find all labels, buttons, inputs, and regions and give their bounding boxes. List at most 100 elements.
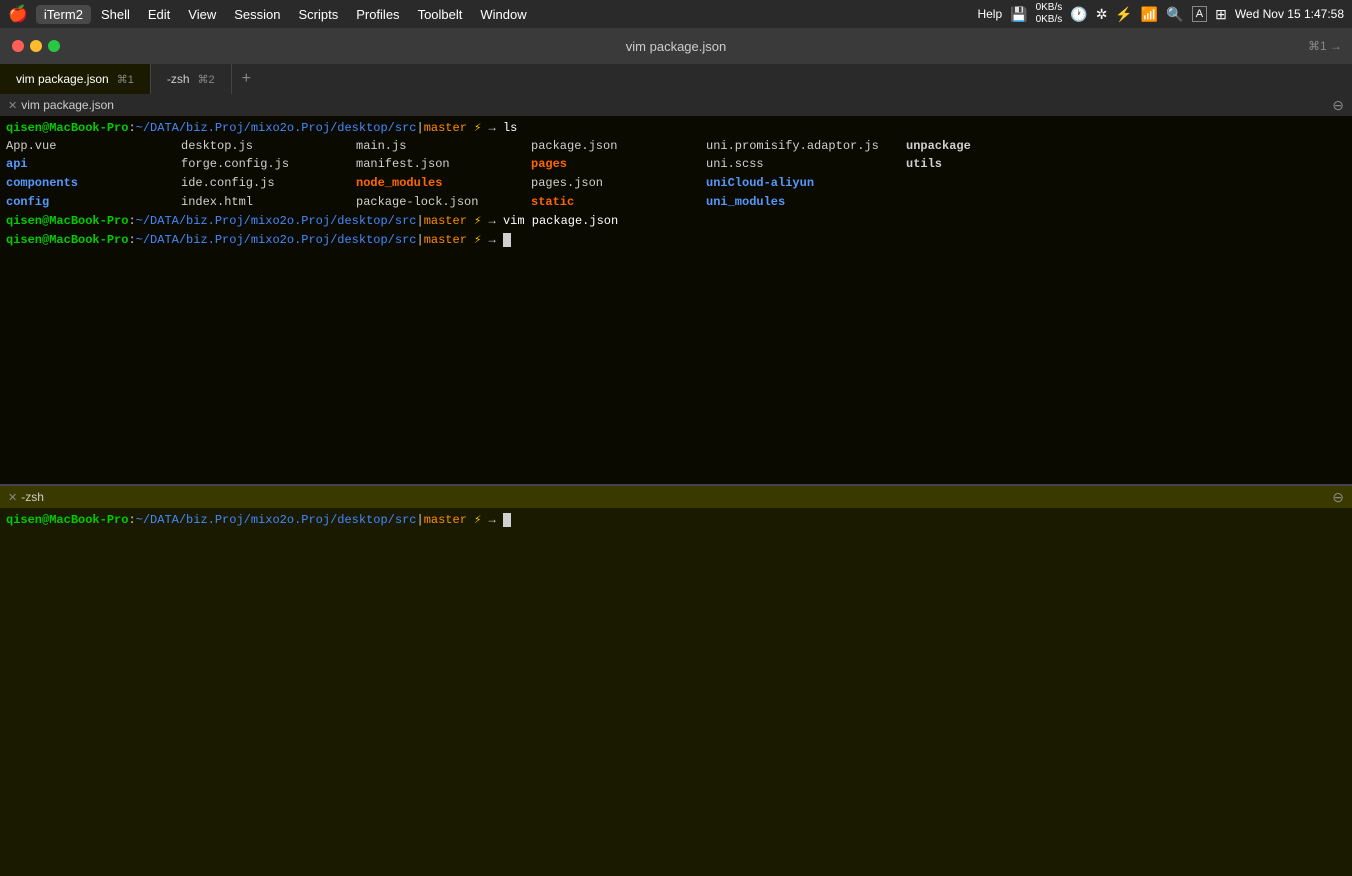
- pane-bottom-title: -zsh: [21, 490, 44, 504]
- ls-col-6: unpackage utils: [906, 137, 1006, 211]
- ls-item: config: [6, 193, 181, 212]
- ls-item: package.json: [531, 137, 706, 156]
- tab-shortcut: ⌘1: [117, 73, 134, 86]
- menubar-keyboard-icon: A: [1192, 6, 1207, 22]
- tab-label: vim package.json: [16, 72, 109, 86]
- terminal-cursor: [503, 233, 511, 247]
- tab-bar-right: [1342, 64, 1352, 94]
- ls-item: main.js: [356, 137, 531, 156]
- pane-collapse-icon[interactable]: ⊖: [1332, 97, 1344, 114]
- prompt-user: qisen: [6, 214, 42, 228]
- menubar-network: 0KB/s 0KB/s: [1036, 2, 1063, 26]
- ls-item: node_modules: [356, 174, 531, 193]
- ls-output: App.vue api components config desktop.js…: [6, 137, 1346, 211]
- prompt-branch: master: [424, 513, 467, 527]
- prompt-path: ~/DATA/biz.Proj/mixo2o.Proj/desktop/src: [136, 214, 417, 228]
- menubar-view[interactable]: View: [180, 5, 224, 24]
- prompt-user: qisen: [6, 513, 42, 527]
- prompt-branch: master: [424, 214, 467, 228]
- window-title: vim package.json: [626, 39, 726, 54]
- menubar-bluetooth-icon: ✲: [1096, 6, 1108, 23]
- ls-item: uni.promisify.adaptor.js: [706, 137, 906, 156]
- tab-zsh[interactable]: -zsh ⌘2: [151, 64, 232, 94]
- prompt-path: ~/DATA/biz.Proj/mixo2o.Proj/desktop/src: [136, 513, 417, 527]
- menubar-scripts[interactable]: Scripts: [290, 5, 346, 24]
- pane-bottom-terminal[interactable]: qisen@MacBook-Pro:~/DATA/biz.Proj/mixo2o…: [0, 508, 1352, 876]
- ls-item: utils: [906, 155, 1006, 174]
- prompt-user: qisen: [6, 233, 42, 247]
- add-tab-button[interactable]: +: [232, 64, 261, 94]
- ls-item: package-lock.json: [356, 193, 531, 212]
- pane-bottom-header: ✕ -zsh ⊖: [0, 486, 1352, 508]
- pane-top-terminal[interactable]: qisen@MacBook-Pro:~/DATA/biz.Proj/mixo2o…: [0, 116, 1352, 484]
- menubar-hdd-icon: 💾: [1010, 6, 1027, 23]
- prompt-host: MacBook-Pro: [49, 513, 128, 527]
- menubar-help[interactable]: Help: [977, 7, 1002, 21]
- ls-col-4: package.json pages pages.json static: [531, 137, 706, 211]
- menubar-controlcenter-icon[interactable]: ⊞: [1215, 6, 1227, 23]
- menubar-toolbelt[interactable]: Toolbelt: [410, 5, 471, 24]
- pane-close-icon[interactable]: ✕: [8, 99, 17, 112]
- terminal-line-bottom-prompt: qisen@MacBook-Pro:~/DATA/biz.Proj/mixo2o…: [6, 512, 1346, 529]
- maximize-button[interactable]: [48, 40, 60, 52]
- cmd-ls: ls: [503, 121, 517, 135]
- pane-bottom: ✕ -zsh ⊖ qisen@MacBook-Pro:~/DATA/biz.Pr…: [0, 486, 1352, 876]
- terminal-line-cursor-prompt: qisen@MacBook-Pro:~/DATA/biz.Proj/mixo2o…: [6, 232, 1346, 249]
- ls-item: pages: [531, 155, 706, 174]
- ls-item: pages.json: [531, 174, 706, 193]
- pane-top-title: vim package.json: [21, 98, 114, 112]
- menubar-profiles[interactable]: Profiles: [348, 5, 407, 24]
- ls-item: uniCloud-aliyun: [706, 174, 906, 193]
- title-bar: vim package.json ⌘1 →: [0, 28, 1352, 64]
- menubar-edit[interactable]: Edit: [140, 5, 178, 24]
- ls-item: unpackage: [906, 137, 1006, 156]
- close-button[interactable]: [12, 40, 24, 52]
- prompt-branch: master: [424, 121, 467, 135]
- menubar-shell[interactable]: Shell: [93, 5, 138, 24]
- traffic-lights: [0, 40, 60, 52]
- tab-label: -zsh: [167, 72, 190, 86]
- cmd-vim: vim package.json: [503, 214, 618, 228]
- iterm-window: vim package.json ⌘1 → vim package.json ⌘…: [0, 28, 1352, 876]
- menubar: 🍎 iTerm2 Shell Edit View Session Scripts…: [0, 0, 1352, 28]
- prompt-host: MacBook-Pro: [49, 233, 128, 247]
- ls-col-2: desktop.js forge.config.js ide.config.js…: [181, 137, 356, 211]
- terminal-line-ls-prompt: qisen@MacBook-Pro:~/DATA/biz.Proj/mixo2o…: [6, 120, 1346, 137]
- prompt-user: qisen: [6, 121, 42, 135]
- ls-item: static: [531, 193, 706, 212]
- menubar-iterm2[interactable]: iTerm2: [36, 5, 91, 24]
- prompt-host: MacBook-Pro: [49, 121, 128, 135]
- prompt-host: MacBook-Pro: [49, 214, 128, 228]
- menubar-right-items: Help 💾 0KB/s 0KB/s 🕐 ✲ ⚡ 📶 🔍 A ⊞ Wed Nov…: [977, 2, 1344, 26]
- terminal-cursor: [503, 513, 511, 527]
- terminal-line-vim-prompt: qisen@MacBook-Pro:~/DATA/biz.Proj/mixo2o…: [6, 213, 1346, 230]
- tab-vim-package[interactable]: vim package.json ⌘1: [0, 64, 151, 94]
- pane-close-icon[interactable]: ✕: [8, 491, 17, 504]
- pane-collapse-icon[interactable]: ⊖: [1332, 489, 1344, 506]
- menubar-datetime: Wed Nov 15 1:47:58: [1235, 7, 1344, 21]
- panes-container: ✕ vim package.json ⊖ qisen@MacBook-Pro:~…: [0, 94, 1352, 876]
- menubar-window[interactable]: Window: [472, 5, 534, 24]
- prompt-path: ~/DATA/biz.Proj/mixo2o.Proj/desktop/src: [136, 233, 417, 247]
- ls-col-1: App.vue api components config: [6, 137, 181, 211]
- ls-item: components: [6, 174, 181, 193]
- ls-col-3: main.js manifest.json node_modules packa…: [356, 137, 531, 211]
- pane-top: ✕ vim package.json ⊖ qisen@MacBook-Pro:~…: [0, 94, 1352, 486]
- ls-item: ide.config.js: [181, 174, 356, 193]
- ls-item: uni.scss: [706, 155, 906, 174]
- menubar-wifi-icon: 📶: [1141, 6, 1158, 23]
- ls-item: forge.config.js: [181, 155, 356, 174]
- menubar-search-icon[interactable]: 🔍: [1166, 6, 1183, 23]
- menubar-battery-icon: ⚡: [1115, 6, 1132, 23]
- menubar-timemachine-icon: 🕐: [1070, 6, 1087, 23]
- ls-item: uni_modules: [706, 193, 906, 212]
- minimize-button[interactable]: [30, 40, 42, 52]
- ls-item: index.html: [181, 193, 356, 212]
- window-shortcut: ⌘1 →: [1308, 39, 1342, 53]
- prompt-path: ~/DATA/biz.Proj/mixo2o.Proj/desktop/src: [136, 121, 417, 135]
- menubar-session[interactable]: Session: [226, 5, 288, 24]
- prompt-branch: master: [424, 233, 467, 247]
- ls-item: App.vue: [6, 137, 181, 156]
- ls-item: api: [6, 155, 181, 174]
- apple-menu[interactable]: 🍎: [8, 4, 28, 24]
